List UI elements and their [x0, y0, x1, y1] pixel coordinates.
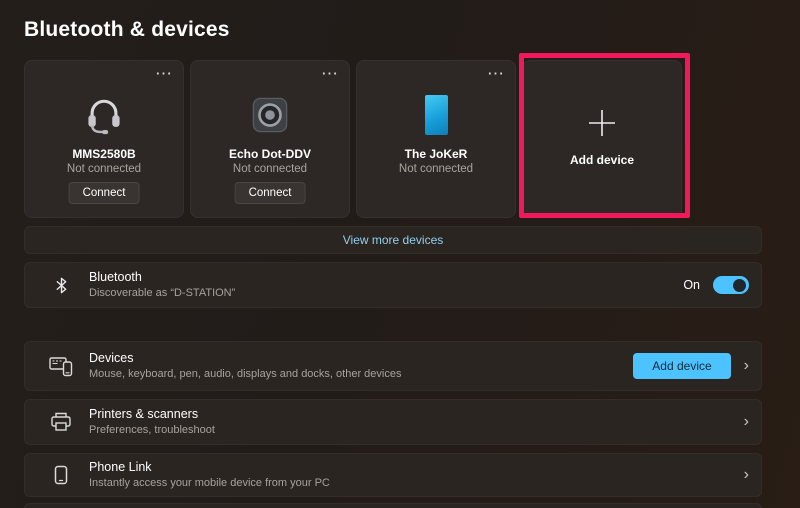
row-title: Printers & scanners	[89, 407, 215, 423]
phone-outline-icon	[49, 465, 73, 485]
speaker-icon	[191, 89, 349, 141]
device-name: MMS2580B	[25, 147, 183, 161]
add-device-card[interactable]: Add device	[522, 60, 682, 218]
partial-next-row[interactable]	[24, 503, 762, 508]
more-options-icon[interactable]: ⋯	[321, 65, 339, 82]
view-more-devices-label: View more devices	[343, 233, 444, 247]
device-status: Not connected	[357, 163, 515, 175]
device-status: Not connected	[25, 163, 183, 175]
keyboard-mouse-icon	[49, 355, 73, 377]
toggle-knob	[733, 279, 746, 292]
chevron-right-icon: ›	[744, 467, 749, 483]
phone-icon	[357, 89, 515, 141]
bluetooth-row[interactable]: Bluetooth Discoverable as “D-STATION” On	[24, 262, 762, 308]
device-card-mms2580b[interactable]: ⋯ MMS2580B Not connected Connect	[24, 60, 184, 218]
chevron-right-icon: ›	[744, 358, 749, 374]
bluetooth-subtitle: Discoverable as “D-STATION”	[89, 287, 235, 300]
bluetooth-icon	[49, 276, 73, 295]
phone-link-row[interactable]: Phone Link Instantly access your mobile …	[24, 453, 762, 497]
devices-row[interactable]: Devices Mouse, keyboard, pen, audio, dis…	[24, 341, 762, 391]
row-title: Phone Link	[89, 460, 330, 476]
add-device-label: Add device	[523, 153, 681, 167]
row-subtitle: Preferences, troubleshoot	[89, 424, 215, 437]
bluetooth-toggle[interactable]	[713, 276, 749, 294]
device-name: Echo Dot-DDV	[191, 147, 349, 161]
connect-button[interactable]: Connect	[235, 182, 306, 204]
more-options-icon[interactable]: ⋯	[487, 65, 505, 82]
add-device-button[interactable]: Add device	[633, 353, 730, 379]
device-name: The JoKeR	[357, 147, 515, 161]
bluetooth-devices-settings-page: Bluetooth & devices ⋯ MMS2580B Not conne…	[0, 0, 800, 508]
connect-button[interactable]: Connect	[69, 182, 140, 204]
page-title: Bluetooth & devices	[24, 18, 230, 42]
device-card-echo-dot[interactable]: ⋯ Echo Dot-DDV Not connected Connect	[190, 60, 350, 218]
printer-icon	[49, 412, 73, 432]
chevron-right-icon: ›	[744, 414, 749, 430]
headset-icon	[25, 89, 183, 141]
more-options-icon[interactable]: ⋯	[155, 65, 173, 82]
device-status: Not connected	[191, 163, 349, 175]
toggle-state-label: On	[683, 278, 700, 292]
plus-icon	[523, 107, 681, 139]
printers-scanners-row[interactable]: Printers & scanners Preferences, trouble…	[24, 399, 762, 445]
row-subtitle: Instantly access your mobile device from…	[89, 477, 330, 490]
bluetooth-title: Bluetooth	[89, 270, 235, 286]
view-more-devices-link[interactable]: View more devices	[24, 226, 762, 254]
row-title: Devices	[89, 351, 401, 367]
row-subtitle: Mouse, keyboard, pen, audio, displays an…	[89, 368, 401, 381]
device-card-joker[interactable]: ⋯ The JoKeR Not connected	[356, 60, 516, 218]
